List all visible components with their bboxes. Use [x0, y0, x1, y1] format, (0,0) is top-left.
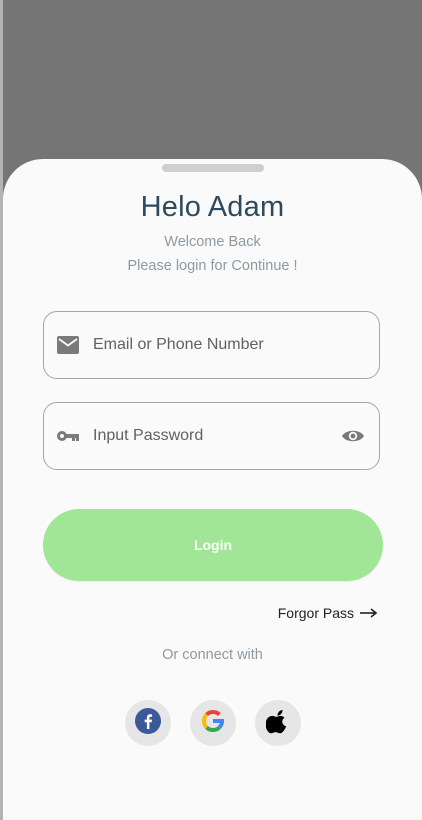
drag-handle[interactable] [162, 164, 264, 172]
eye-icon[interactable] [340, 424, 366, 448]
login-button[interactable]: Login [43, 509, 383, 581]
apple-icon [265, 708, 290, 739]
connect-with-label: Or connect with [162, 647, 263, 663]
email-field[interactable]: Email or Phone Number [43, 311, 380, 379]
facebook-icon [135, 707, 161, 739]
arrow-right-icon [360, 605, 378, 621]
instruction-text: Please login for Continue ! [127, 258, 298, 274]
google-icon [200, 708, 226, 739]
page-title: Helo Adam [140, 191, 285, 223]
forgot-password-link[interactable]: Forgor Pass [278, 605, 378, 621]
forgot-password-label: Forgor Pass [277, 605, 354, 621]
google-button[interactable] [190, 700, 236, 746]
login-bottom-sheet: Helo Adam Welcome Back Please login for … [3, 159, 422, 820]
key-icon [56, 424, 80, 448]
password-field[interactable]: Input Password [43, 402, 380, 470]
apple-button[interactable] [255, 700, 301, 746]
email-placeholder: Email or Phone Number [93, 336, 264, 353]
mail-icon [56, 333, 80, 357]
welcome-text: Welcome Back [164, 234, 261, 250]
password-placeholder: Input Password [93, 427, 204, 444]
facebook-button[interactable] [125, 700, 171, 746]
